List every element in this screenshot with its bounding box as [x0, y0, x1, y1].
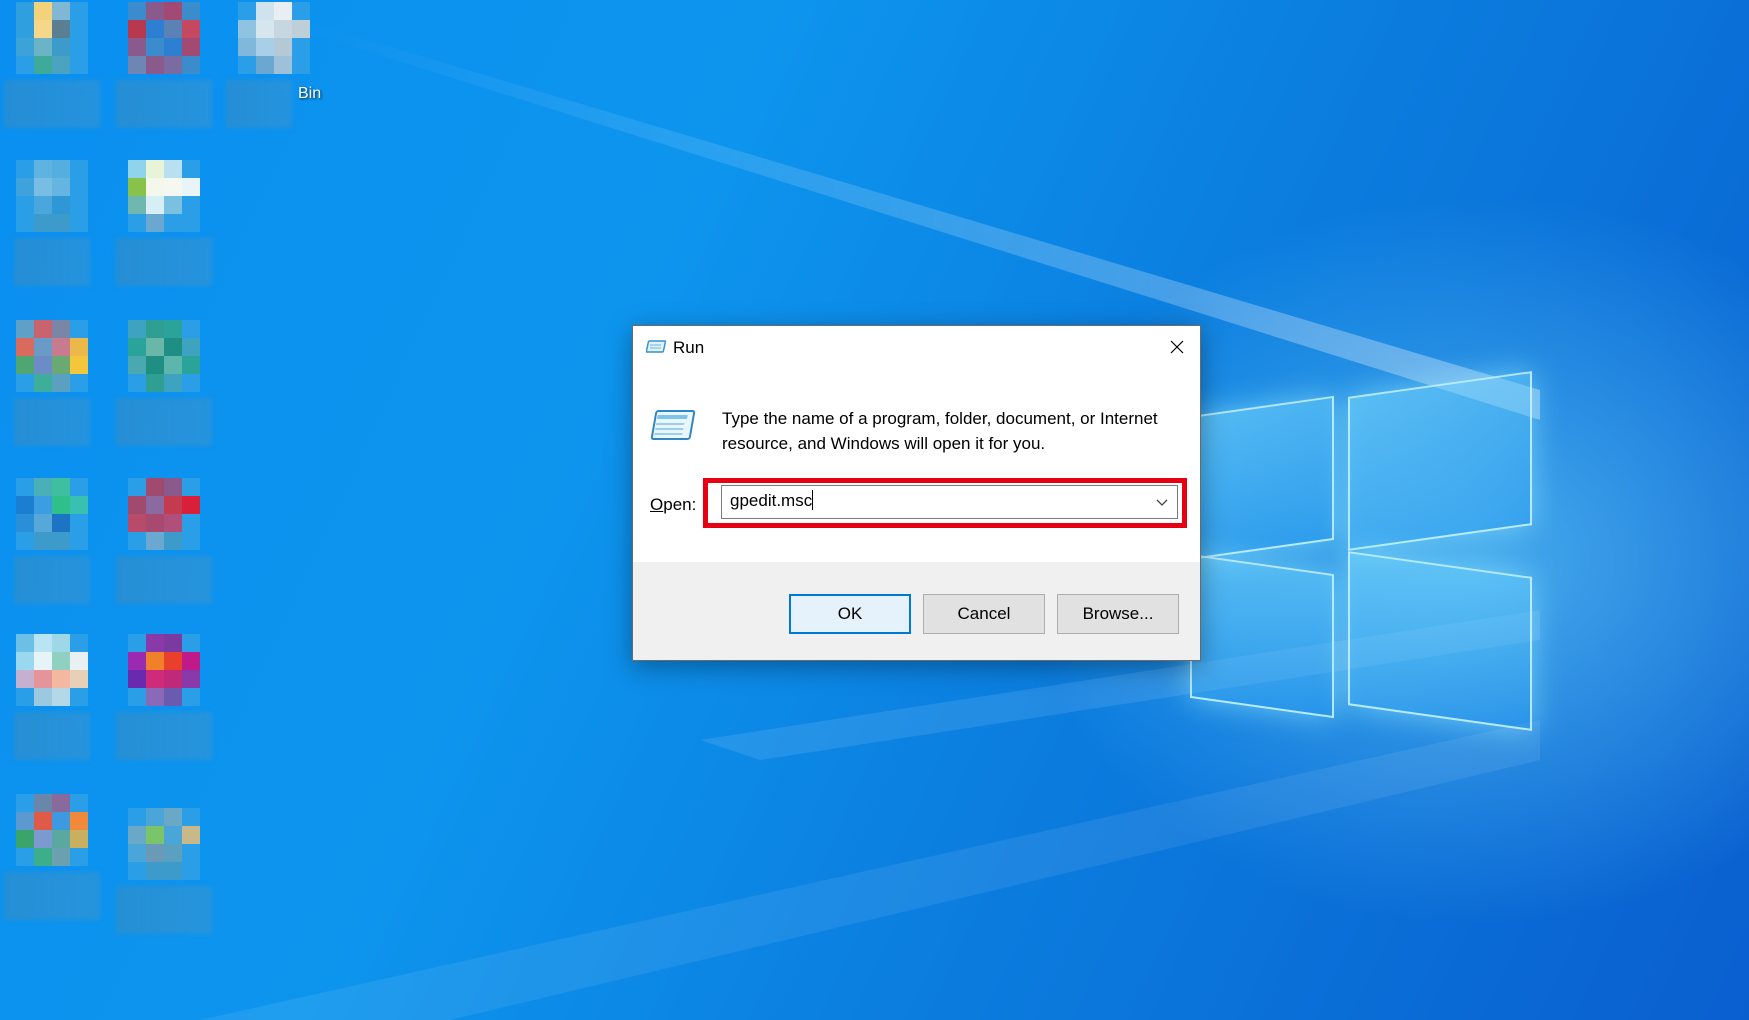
icon-label	[116, 712, 212, 760]
app-icon	[128, 478, 200, 550]
cancel-button[interactable]: Cancel	[923, 594, 1045, 634]
icon-label	[4, 80, 100, 128]
windows-logo	[1190, 371, 1550, 740]
app-icon	[16, 2, 88, 74]
browse-button[interactable]: Browse...	[1057, 594, 1179, 634]
desktop-icon[interactable]	[116, 160, 212, 290]
app-icon	[128, 808, 200, 880]
desktop-icon[interactable]	[116, 478, 212, 608]
app-icon	[128, 2, 200, 74]
icon-label	[14, 238, 90, 286]
ok-button[interactable]: OK	[789, 594, 911, 634]
icon-label	[4, 872, 100, 920]
desktop-icon[interactable]	[4, 478, 100, 608]
desktop: Bin Run Type the name of a program, fold…	[0, 0, 1749, 1020]
icon-label	[116, 238, 212, 286]
close-button[interactable]	[1154, 326, 1200, 368]
app-icon	[16, 478, 88, 550]
desktop-icon[interactable]	[116, 808, 212, 938]
desktop-icon[interactable]	[116, 320, 212, 450]
desktop-icon[interactable]	[116, 634, 212, 764]
close-icon	[1170, 340, 1184, 354]
icon-label	[116, 556, 212, 604]
recycle-bin-icon[interactable]	[226, 2, 322, 132]
app-icon	[16, 320, 88, 392]
run-program-icon	[650, 410, 696, 440]
desktop-icon[interactable]	[116, 2, 212, 132]
desktop-icon[interactable]	[4, 634, 100, 764]
icon-label	[226, 80, 292, 128]
button-bar: OK Cancel Browse...	[633, 562, 1200, 660]
desktop-icon[interactable]	[4, 320, 100, 450]
icon-label	[14, 556, 90, 604]
desktop-icon[interactable]	[4, 2, 100, 132]
title-bar[interactable]: Run	[633, 326, 1200, 368]
app-icon	[16, 160, 88, 232]
open-label-accesskey: O	[650, 495, 664, 514]
highlight-box	[703, 478, 1187, 528]
app-icon	[16, 634, 88, 706]
app-icon	[16, 794, 88, 866]
recycle-bin-graphic	[238, 2, 310, 74]
icon-label	[116, 80, 212, 128]
open-label: Open:	[650, 495, 696, 515]
recycle-bin-label: Bin	[298, 85, 322, 102]
icon-label	[116, 398, 212, 446]
app-icon	[128, 160, 200, 232]
icon-label	[14, 398, 90, 446]
desktop-icon[interactable]	[4, 794, 100, 924]
dialog-content: Type the name of a program, folder, docu…	[633, 368, 1200, 562]
run-icon	[646, 340, 667, 353]
icon-label	[116, 886, 212, 934]
icon-label	[14, 712, 90, 760]
app-icon	[128, 320, 200, 392]
app-icon	[128, 634, 200, 706]
dialog-title: Run	[673, 338, 705, 357]
run-description: Type the name of a program, folder, docu…	[722, 409, 1158, 453]
open-label-text: pen:	[663, 495, 697, 514]
run-dialog: Run Type the name of a program, folder, …	[632, 325, 1201, 661]
desktop-icon[interactable]	[4, 160, 100, 290]
